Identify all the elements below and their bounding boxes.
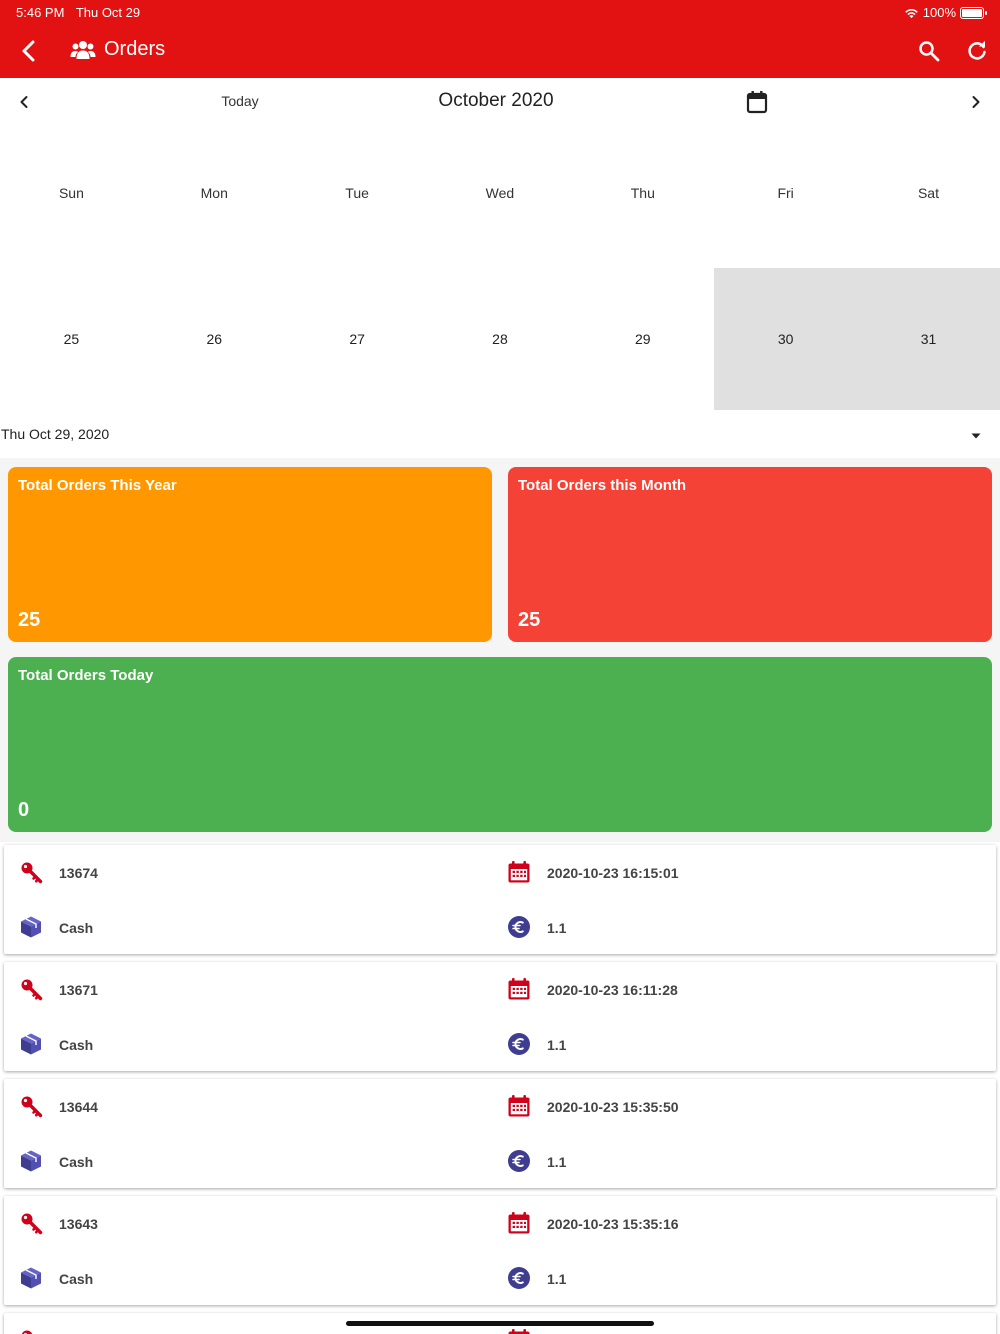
order-id: 13644 [59, 1099, 98, 1115]
box-icon [18, 1265, 44, 1291]
stat-card-today-label: Total Orders Today [18, 667, 154, 684]
order-payment: Cash [59, 1037, 94, 1053]
calendar-next-button[interactable] [964, 90, 988, 114]
key-icon [18, 1327, 44, 1334]
status-time: 5:46 PM [16, 5, 65, 20]
calendar-icon [746, 91, 768, 114]
euro-icon [506, 914, 532, 940]
selected-date-dropdown[interactable]: Thu Oct 29, 2020 [0, 420, 1000, 450]
weekday-sat: Sat [917, 185, 939, 201]
search-button[interactable] [914, 36, 944, 66]
calendar-icon [506, 859, 532, 885]
calendar-icon [506, 1327, 532, 1334]
weekday-thu: Thu [630, 185, 655, 201]
battery-percent: 100% [922, 5, 956, 20]
euro-icon [506, 1265, 532, 1291]
page-title-text: Orders [104, 38, 166, 60]
battery-icon [960, 6, 987, 19]
weekday-wed: Wed [485, 185, 515, 201]
order-card[interactable]: 13671 2020-10-23 16:11:28 Cash 1.1 [4, 962, 996, 1071]
order-payment: Cash [59, 1271, 94, 1287]
box-icon [18, 914, 44, 940]
calendar-day[interactable]: 25 [0, 268, 143, 410]
box-icon [18, 1031, 44, 1057]
euro-icon [506, 1148, 532, 1174]
weekday-sun: Sun [58, 185, 84, 201]
euro-icon [506, 1031, 532, 1057]
back-button[interactable] [14, 36, 44, 66]
stat-card-month: Total Orders this Month 25 [508, 467, 992, 642]
order-card[interactable]: 13644 2020-10-23 15:35:50 Cash 1.1 [4, 1079, 996, 1188]
calendar-picker-button[interactable] [744, 89, 770, 115]
page-title: Orders [70, 38, 165, 61]
order-payment: Cash [59, 1154, 94, 1170]
weekday-mon: Mon [200, 185, 228, 201]
calendar-day[interactable]: 27 [286, 268, 429, 410]
order-datetime: 2020-10-23 16:11:28 [547, 982, 678, 998]
stat-card-today: Total Orders Today 0 [8, 657, 992, 832]
stat-card-month-value: 25 [518, 609, 541, 631]
calendar-week-row: 25 26 27 28 29 30 31 [0, 268, 1000, 410]
calendar-day[interactable]: 28 [429, 268, 572, 410]
order-payment: Cash [59, 920, 94, 936]
refresh-button[interactable] [962, 36, 992, 66]
calendar-day[interactable]: 30 [714, 268, 858, 410]
calendar-icon [506, 976, 532, 1002]
refresh-icon [968, 40, 986, 60]
status-date: Thu Oct 29 [75, 5, 141, 20]
order-amount: 1.1 [547, 1271, 567, 1287]
stat-card-month-label: Total Orders this Month [518, 477, 687, 494]
status-bar-right: 100% [904, 5, 987, 20]
app-bar: 5:46 PM Thu Oct 29 100% Orders [0, 0, 1000, 78]
order-amount: 1.1 [547, 1037, 567, 1053]
order-datetime: 2020-10-23 16:15:01 [547, 865, 679, 881]
order-id: 13671 [59, 982, 98, 998]
box-icon [18, 1148, 44, 1174]
weekday-header: Sun Mon Tue Wed Thu Fri Sat [0, 185, 1000, 201]
stat-card-year-value: 25 [18, 609, 41, 631]
status-bar-left: 5:46 PM Thu Oct 29 [16, 5, 148, 20]
users-icon [70, 40, 96, 59]
order-amount: 1.1 [547, 1154, 567, 1170]
calendar-day[interactable]: 29 [571, 268, 714, 410]
order-datetime: 2020-10-23 15:35:16 [547, 1216, 679, 1232]
calendar-icon [506, 1210, 532, 1236]
order-id: 13674 [59, 865, 98, 881]
key-icon [18, 859, 44, 885]
weekday-fri: Fri [777, 185, 794, 201]
order-amount: 1.1 [547, 920, 567, 936]
wifi-icon [904, 8, 918, 18]
weekday-tue: Tue [345, 185, 369, 201]
calendar-day[interactable]: 26 [143, 268, 286, 410]
stat-card-year-label: Total Orders This Year [18, 477, 177, 494]
key-icon [18, 1093, 44, 1119]
calendar-icon [506, 1093, 532, 1119]
stat-card-today-value: 0 [18, 799, 30, 821]
selected-date-label: Thu Oct 29, 2020 [1, 426, 110, 442]
order-card[interactable]: 13643 2020-10-23 15:35:16 Cash 1.1 [4, 1196, 996, 1305]
chevron-left-icon [20, 96, 28, 108]
back-arrow-icon [22, 40, 35, 62]
dropdown-caret-icon [966, 426, 986, 446]
order-id: 13643 [59, 1216, 98, 1232]
calendar-day[interactable]: 31 [857, 268, 1000, 410]
key-icon [18, 1210, 44, 1236]
stat-card-year: Total Orders This Year 25 [8, 467, 492, 642]
chevron-right-icon [972, 96, 980, 108]
calendar-month-label: October 2020 [438, 90, 554, 111]
order-datetime: 2020-10-23 15:35:50 [547, 1099, 679, 1115]
search-icon [919, 41, 940, 62]
calendar-today-button[interactable]: Today [200, 93, 280, 109]
calendar-prev-button[interactable] [12, 90, 36, 114]
home-indicator[interactable] [346, 1321, 654, 1326]
order-card[interactable]: 13674 2020-10-23 16:15:01 Cash 1.1 [4, 845, 996, 954]
key-icon [18, 976, 44, 1002]
